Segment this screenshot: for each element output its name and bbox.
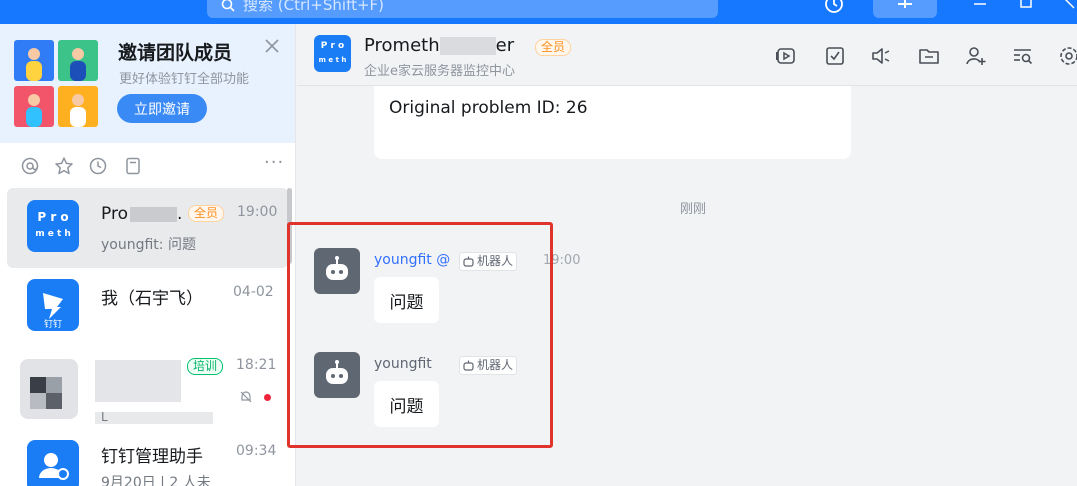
conversation-item[interactable]: L 培训 18:21 xyxy=(7,354,288,434)
conversation-time: 09:34 xyxy=(236,443,277,459)
time-separator: 刚刚 xyxy=(680,202,707,217)
task-icon[interactable] xyxy=(823,44,847,68)
conversation-item[interactable]: 钉钉 我（石宇飞） 04-02 xyxy=(7,274,288,354)
highlight-box xyxy=(287,222,553,448)
banner-subtitle: 更好体验钉钉全部功能 xyxy=(119,72,250,87)
invite-banner: 邀请团队成员 更好体验钉钉全部功能 立即邀请 xyxy=(0,24,295,143)
mute-bell-icon xyxy=(240,391,252,403)
all-members-badge: 全员 xyxy=(535,39,572,56)
history-icon[interactable] xyxy=(822,0,846,16)
avatar: 钉钉 xyxy=(27,279,79,331)
search-icon xyxy=(221,0,235,12)
conversation-time: 18:21 xyxy=(236,357,277,373)
filter-toolbar: ··· xyxy=(0,152,295,180)
training-badge: 培训 xyxy=(187,358,224,375)
avatar: P r o m e t h xyxy=(27,200,79,252)
conversation-name: 我（石宇飞） xyxy=(101,289,203,309)
conversation-name: Pro. xyxy=(101,204,183,224)
close-icon[interactable] xyxy=(262,36,282,56)
avatar xyxy=(20,359,78,419)
all-members-badge: 全员 xyxy=(188,205,225,222)
conversation-preview: 9月20日 | 2 人未 xyxy=(101,475,211,486)
unread-dot xyxy=(264,394,271,401)
clock-icon[interactable] xyxy=(88,156,108,176)
star-icon[interactable] xyxy=(54,156,74,176)
search-list-icon[interactable] xyxy=(1011,44,1035,68)
search-input[interactable]: 搜索 (Ctrl+Shift+F) xyxy=(207,0,718,18)
conversation-name: 钉钉管理助手 xyxy=(101,447,203,467)
avatar xyxy=(27,440,79,486)
conversation-preview: youngfit: 问题 xyxy=(101,237,196,253)
conversation-item[interactable]: P r o m e t h Pro. 全员 19:00 youngfit: 问题 xyxy=(7,188,288,268)
maximize-icon[interactable] xyxy=(1018,0,1034,10)
speaker-icon[interactable] xyxy=(869,44,893,68)
folder-icon[interactable] xyxy=(917,44,941,68)
search-placeholder: 搜索 (Ctrl+Shift+F) xyxy=(243,0,385,14)
more-icon[interactable]: ··· xyxy=(264,152,284,173)
admin-assistant-icon xyxy=(39,453,69,480)
chat-title: Prometh er xyxy=(364,35,515,56)
card-text: Original problem ID: 26 xyxy=(389,98,588,118)
conversation-item[interactable]: 钉钉管理助手 09:34 9月20日 | 2 人未 xyxy=(7,434,288,486)
plus-button[interactable] xyxy=(873,0,937,18)
conversation-time: 04-02 xyxy=(233,284,274,300)
mention-icon[interactable] xyxy=(20,156,40,176)
plus-icon xyxy=(898,0,912,8)
group-avatar: P r o m e t h xyxy=(314,35,351,72)
team-illustration-icon xyxy=(14,40,98,127)
invite-button[interactable]: 立即邀请 xyxy=(117,94,207,123)
video-icon[interactable] xyxy=(774,44,798,68)
conversation-sidebar: 邀请团队成员 更好体验钉钉全部功能 立即邀请 ··· P r o m e t h… xyxy=(0,24,296,486)
conversation-preview: L xyxy=(101,410,108,424)
chat-subtitle: 企业e家云服务器监控中心 xyxy=(364,64,515,79)
minimize-icon[interactable] xyxy=(972,0,988,10)
chat-header: P r o m e t h Prometh er 全员 企业e家云服务器监控中心 xyxy=(297,24,1077,86)
banner-title: 邀请团队成员 xyxy=(118,42,233,64)
redacted-name xyxy=(95,360,181,402)
title-bar: 搜索 (Ctrl+Shift+F) xyxy=(0,0,1077,24)
close-icon[interactable] xyxy=(1062,0,1077,10)
settings-icon[interactable] xyxy=(1057,44,1077,68)
add-member-icon[interactable] xyxy=(964,44,988,68)
message-card: Original problem ID: 26 xyxy=(374,86,851,159)
conversation-time: 19:00 xyxy=(237,204,278,220)
doc-icon[interactable] xyxy=(123,156,143,176)
